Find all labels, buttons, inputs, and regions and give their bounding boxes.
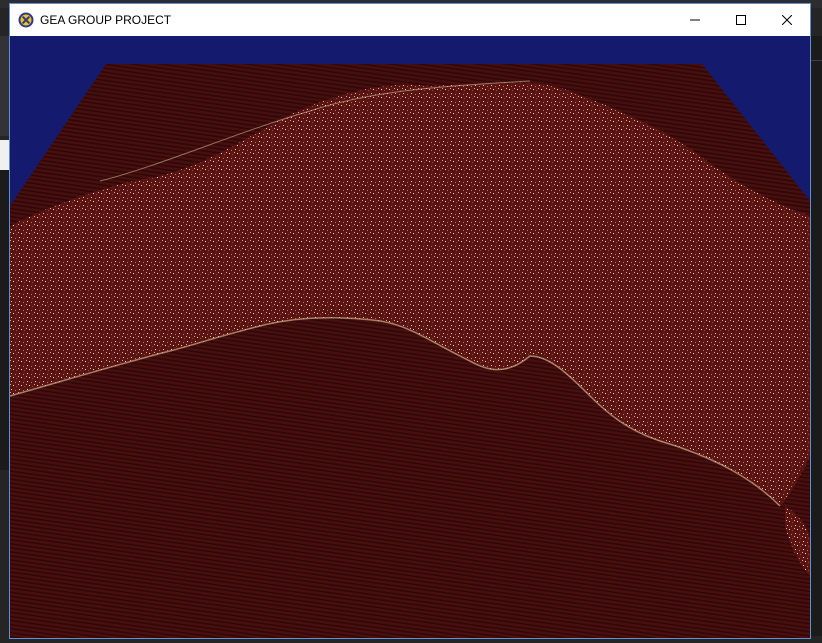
minimize-button[interactable] [672,4,718,36]
title-bar[interactable]: GEA GROUP PROJECT [10,4,810,36]
app-window: GEA GROUP PROJECT [9,3,811,639]
close-icon [782,15,792,25]
window-title: GEA GROUP PROJECT [40,13,172,27]
3d-terrain-render [10,64,810,638]
close-button[interactable] [764,4,810,36]
maximize-button[interactable] [718,4,764,36]
minimize-icon [690,15,700,25]
x-circle-icon [18,12,34,28]
maximize-icon [736,15,746,25]
background-panel [810,36,822,636]
background-divider [810,60,822,61]
render-viewport[interactable] [10,36,810,638]
